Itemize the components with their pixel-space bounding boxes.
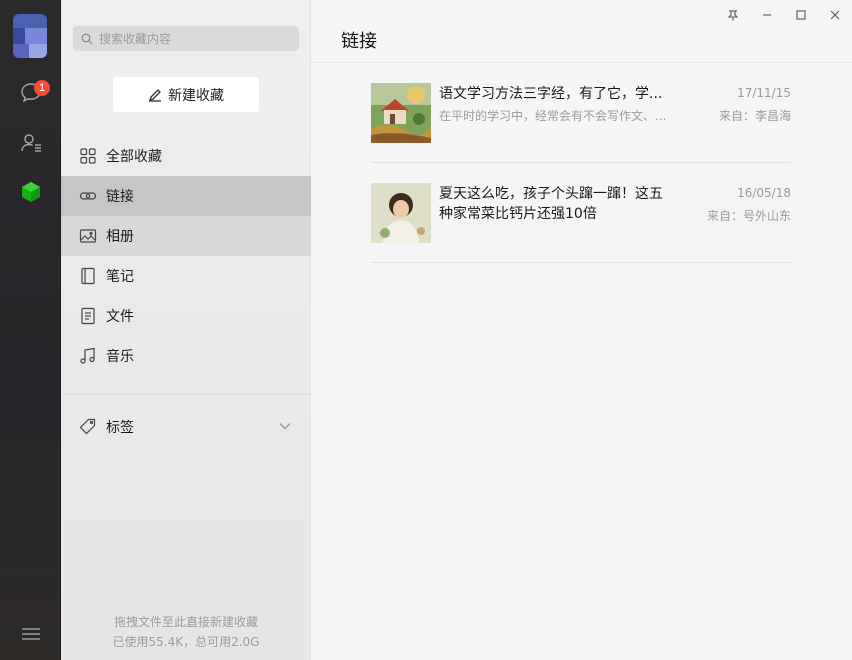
main-content: 链接 语文学习方法三字经，有了它，学... 在平时的学习中，经常会有不会写作文、… (311, 0, 852, 660)
link-icon (79, 192, 97, 200)
grid-icon (80, 148, 96, 164)
nav-item-label: 相册 (106, 229, 134, 245)
main-header: 链接 (311, 0, 852, 63)
avatar[interactable] (13, 14, 47, 58)
storage-info: 拖拽文件至此直接新建收藏 已使用55.4K，总可用2.0G (61, 612, 311, 652)
file-icon (81, 307, 95, 325)
item-title: 夏天这么吃，孩子个头蹿一蹿！这五种家常菜比钙片还强10倍 (439, 186, 663, 222)
list-item[interactable]: 夏天这么吃，孩子个头蹿一蹿！这五种家常菜比钙片还强10倍 16/05/18 来自… (371, 163, 791, 263)
nav-item-label: 笔记 (106, 269, 134, 285)
music-icon (80, 347, 95, 364)
chevron-down-icon[interactable] (279, 422, 291, 430)
tags-section[interactable]: 标签 (61, 407, 311, 447)
unread-badge: 1 (34, 80, 50, 96)
item-description: 在平时的学习中，经常会有不会写作文、... (439, 109, 667, 123)
nav-item-album[interactable]: 相册 (61, 216, 311, 256)
nav-item-label: 全部收藏 (106, 149, 162, 165)
nav-item-label: 链接 (106, 189, 134, 205)
item-title: 语文学习方法三字经，有了它，学... (439, 86, 663, 102)
nav-item-music[interactable]: 音乐 (61, 336, 311, 376)
new-favorite-label: 新建收藏 (168, 87, 224, 104)
minimize-icon[interactable] (750, 4, 784, 26)
new-favorite-button[interactable]: 新建收藏 (113, 77, 259, 112)
maximize-icon[interactable] (784, 4, 818, 26)
drag-hint: 拖拽文件至此直接新建收藏 (113, 615, 258, 629)
nav-item-label: 音乐 (106, 349, 134, 365)
favorites-cube-icon[interactable] (17, 178, 45, 206)
item-thumbnail (371, 83, 431, 143)
left-rail: 1 (0, 0, 61, 660)
nav-item-files[interactable]: 文件 (61, 296, 311, 336)
window-controls (716, 4, 852, 26)
list-item[interactable]: 语文学习方法三字经，有了它，学... 在平时的学习中，经常会有不会写作文、...… (371, 63, 791, 163)
pin-icon[interactable] (716, 4, 750, 26)
item-thumbnail (371, 183, 431, 243)
storage-usage: 已使用55.4K，总可用2.0G (112, 635, 260, 649)
tag-icon (79, 418, 96, 435)
nav-divider (61, 394, 311, 395)
notebook-icon (81, 267, 95, 285)
nav-item-label: 文件 (106, 309, 134, 325)
item-date: 17/11/15 (737, 86, 791, 100)
item-date: 16/05/18 (737, 186, 791, 200)
contacts-icon[interactable] (17, 129, 45, 157)
item-source: 来自：号外山东 (706, 209, 791, 223)
nav-item-all[interactable]: 全部收藏 (61, 136, 311, 176)
menu-icon[interactable] (21, 626, 41, 642)
close-icon[interactable] (818, 4, 852, 26)
nav-item-links[interactable]: 链接 (61, 176, 311, 216)
pencil-icon (148, 88, 161, 102)
nav-item-notes[interactable]: 笔记 (61, 256, 311, 296)
favorites-nav: 新建收藏 全部收藏 链接 相册 笔记 (61, 0, 311, 660)
category-list: 全部收藏 链接 相册 笔记 文件 音乐 (61, 136, 311, 376)
item-source: 来自：李昌海 (718, 109, 791, 123)
tags-label: 标签 (106, 420, 134, 436)
page-title: 链接 (341, 31, 377, 52)
search-box[interactable] (73, 26, 299, 51)
favorites-list: 语文学习方法三字经，有了它，学... 在平时的学习中，经常会有不会写作文、...… (371, 63, 791, 263)
search-icon (81, 33, 93, 44)
image-icon (79, 229, 97, 243)
search-input[interactable] (99, 31, 289, 46)
